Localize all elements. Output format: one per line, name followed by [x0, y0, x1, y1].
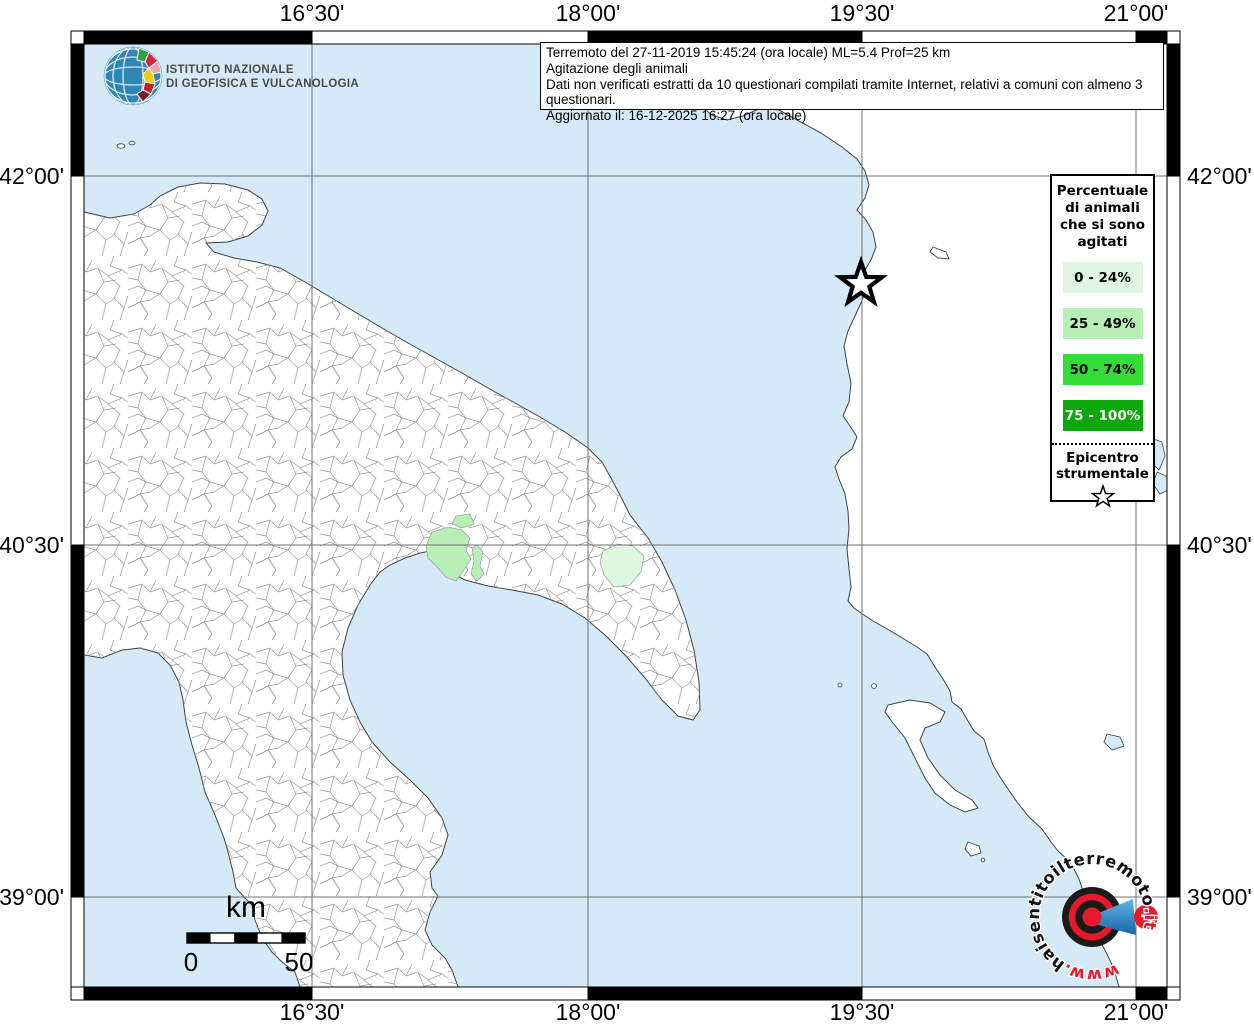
lon-label-top-1630: 16°30'	[280, 0, 345, 26]
scale-bar-start: 0	[184, 947, 198, 977]
scale-bar-unit: km	[226, 891, 266, 924]
legend-label-0-24: 0 - 24%	[1074, 269, 1131, 286]
ingv-name-line1: ISTITUTO NAZIONALE	[166, 64, 294, 76]
legend-label-25-49: 25 - 49%	[1069, 315, 1136, 332]
info-line-subject: Agitazione degli animali	[546, 60, 688, 76]
legend-title-line: agitati	[1077, 234, 1128, 250]
legend-box: Percentuale di animali che si sono agita…	[1050, 174, 1155, 507]
legend-label-75-100: 75 - 100%	[1064, 407, 1141, 424]
legend-title-line: Percentuale	[1056, 183, 1149, 199]
legend-swatch-75-100: 75 - 100%	[1062, 400, 1143, 431]
bullseye-center-dot	[1082, 907, 1102, 927]
scale-bar-end: 50	[285, 947, 314, 977]
lon-label-top-2100: 21°00'	[1104, 0, 1169, 26]
lat-label-right-3900: 39°00'	[1187, 884, 1252, 910]
legend-title: Percentuale di animali che si sono agita…	[1052, 183, 1153, 251]
lat-label-left-4030: 40°30'	[0, 532, 64, 558]
info-line-event: Terremoto del 27-11-2019 15:45:24 (ora l…	[546, 45, 951, 60]
legend-swatch-50-74: 50 - 74%	[1062, 354, 1143, 385]
earthquake-info-box: Terremoto del 27-11-2019 15:45:24 (ora l…	[540, 42, 1164, 123]
ingv-name-line2: DI GEOFISICA E VULCANOLOGIA	[166, 78, 359, 90]
info-line-source: Dati non verificati estratti da 10 quest…	[546, 76, 1143, 108]
lat-label-right-4030: 40°30'	[1187, 532, 1252, 558]
lat-label-left-3900: 39°00'	[0, 884, 64, 910]
lat-label-left-4200: 42°00'	[0, 163, 64, 189]
lon-label-bottom-1800: 18°00'	[556, 999, 621, 1024]
legend-epicenter-star-icon	[1052, 484, 1153, 514]
lon-label-bottom-1930: 19°30'	[830, 999, 895, 1024]
legend-divider	[1052, 443, 1153, 445]
legend-swatch-0-24: 0 - 24%	[1062, 262, 1143, 293]
legend-epicenter-line: Epicentro	[1066, 450, 1139, 466]
lon-label-bottom-1630: 16°30'	[280, 999, 345, 1024]
lon-label-top-1930: 19°30'	[830, 0, 895, 26]
watermark-url-tld: .it	[1140, 906, 1160, 932]
lon-label-top-1800: 18°00'	[556, 0, 621, 26]
legend-title-line: che si sono	[1059, 217, 1146, 233]
legend-label-50-74: 50 - 74%	[1069, 361, 1136, 378]
legend-epicenter-line: strumentale	[1056, 466, 1149, 482]
ingv-globe-icon	[103, 46, 163, 106]
info-line-updated: Aggiornato il: 16-12-2025 16:27 (ora loc…	[546, 108, 807, 124]
legend-swatch-25-49: 25 - 49%	[1062, 308, 1143, 339]
lon-label-bottom-2100: 21°00'	[1104, 999, 1169, 1024]
lat-label-right-4200: 42°00'	[1187, 163, 1252, 189]
legend-title-line: di animali	[1065, 200, 1140, 216]
legend-epicenter-label: Epicentro strumentale	[1052, 450, 1153, 482]
earthquake-animal-agitation-map: km 0 50 16°30' 18°00' 19°30' 21°00' 16°3…	[0, 0, 1254, 1024]
